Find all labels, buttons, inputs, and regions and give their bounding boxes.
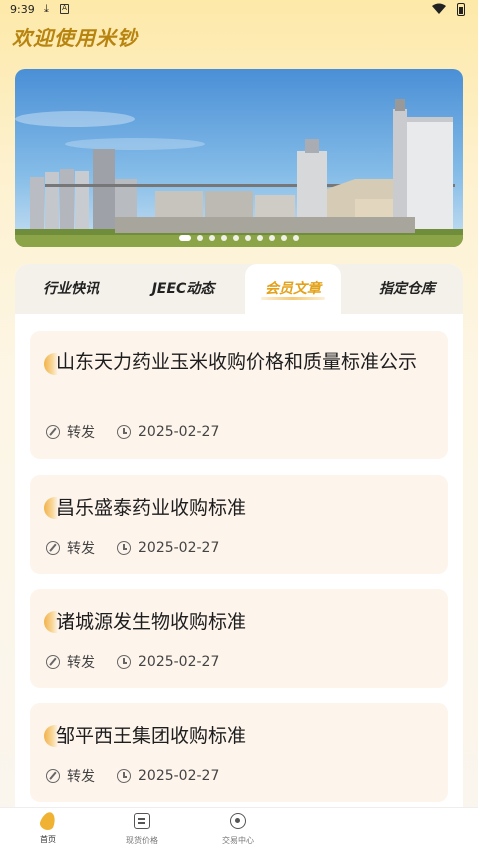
article-date: 2025-02-27 — [138, 540, 220, 556]
carousel-dot[interactable] — [221, 235, 227, 241]
app-notification-icon: A — [60, 4, 69, 14]
corn-icon — [38, 810, 58, 832]
carousel-dot[interactable] — [257, 235, 263, 241]
article-date: 2025-02-27 — [138, 654, 220, 670]
clock-icon — [117, 769, 131, 783]
article-meta: 转发 2025-02-27 — [46, 766, 219, 786]
clock-icon — [117, 541, 131, 555]
tab-designated-warehouse[interactable]: 指定仓库 — [351, 264, 463, 314]
article-meta: 转发 2025-02-27 — [46, 422, 219, 442]
category-tabs: 行业快讯 JEEC动态 会员文章 指定仓库 — [15, 264, 463, 314]
share-label[interactable]: 转发 — [67, 538, 95, 558]
download-icon: ⤓ — [44, 2, 49, 15]
wifi-icon — [432, 3, 446, 14]
nav-trade-center-label: 交易中心 — [222, 836, 254, 845]
article-title[interactable]: 邹平西王集团收购标准 — [56, 721, 434, 752]
carousel-dot[interactable] — [197, 235, 203, 241]
tab-industry-news[interactable]: 行业快讯 — [15, 264, 127, 314]
share-icon — [46, 769, 60, 783]
bottom-navigation: 首页 现货价格 交易中心 — [0, 807, 478, 850]
article-item[interactable]: 诸城源发生物收购标准 转发 2025-02-27 — [30, 589, 448, 688]
clock-icon — [117, 425, 131, 439]
share-label[interactable]: 转发 — [67, 652, 95, 672]
article-title[interactable]: 昌乐盛泰药业收购标准 — [56, 493, 434, 524]
nav-home[interactable]: 首页 — [18, 810, 78, 845]
status-time: 9:39 — [10, 3, 35, 16]
article-item[interactable]: 山东天力药业玉米收购价格和质量标准公示 转发 2025-02-27 — [30, 331, 448, 459]
carousel-dot[interactable] — [245, 235, 251, 241]
carousel-dot[interactable] — [281, 235, 287, 241]
banner-image — [15, 69, 463, 247]
article-item[interactable]: 邹平西王集团收购标准 转发 2025-02-27 — [30, 703, 448, 802]
nav-trade-center[interactable]: 交易中心 — [208, 812, 268, 846]
carousel-dot[interactable] — [269, 235, 275, 241]
share-label[interactable]: 转发 — [67, 422, 95, 442]
nav-spot-price-label: 现货价格 — [126, 836, 158, 845]
carousel-dot[interactable] — [179, 235, 191, 241]
article-title[interactable]: 山东天力药业玉米收购价格和质量标准公示 — [56, 347, 434, 378]
trade-center-icon — [230, 813, 246, 829]
carousel-indicator[interactable] — [15, 235, 463, 241]
carousel-dot[interactable] — [209, 235, 215, 241]
share-icon — [46, 541, 60, 555]
clock-icon — [117, 655, 131, 669]
tab-member-articles[interactable]: 会员文章 — [245, 264, 341, 314]
article-title[interactable]: 诸城源发生物收购标准 — [56, 607, 434, 638]
article-date: 2025-02-27 — [138, 424, 220, 440]
carousel-dot[interactable] — [233, 235, 239, 241]
article-date: 2025-02-27 — [138, 768, 220, 784]
share-icon — [46, 655, 60, 669]
nav-spot-price[interactable]: 现货价格 — [112, 812, 172, 846]
nav-home-label: 首页 — [40, 835, 56, 844]
price-list-icon — [134, 813, 150, 829]
article-meta: 转发 2025-02-27 — [46, 538, 219, 558]
carousel-dot[interactable] — [293, 235, 299, 241]
share-label[interactable]: 转发 — [67, 766, 95, 786]
banner-carousel[interactable] — [15, 69, 463, 247]
article-meta: 转发 2025-02-27 — [46, 652, 219, 672]
welcome-title: 欢迎使用米钞 — [12, 26, 138, 50]
tab-jeec-news[interactable]: JEEC动态 — [127, 264, 239, 314]
battery-icon — [457, 3, 465, 16]
article-item[interactable]: 昌乐盛泰药业收购标准 转发 2025-02-27 — [30, 475, 448, 574]
share-icon — [46, 425, 60, 439]
news-panel: 行业快讯 JEEC动态 会员文章 指定仓库 山东天力药业玉米收购价格和质量标准公… — [15, 264, 463, 824]
status-bar: 9:39 ⤓ A — [0, 0, 478, 20]
